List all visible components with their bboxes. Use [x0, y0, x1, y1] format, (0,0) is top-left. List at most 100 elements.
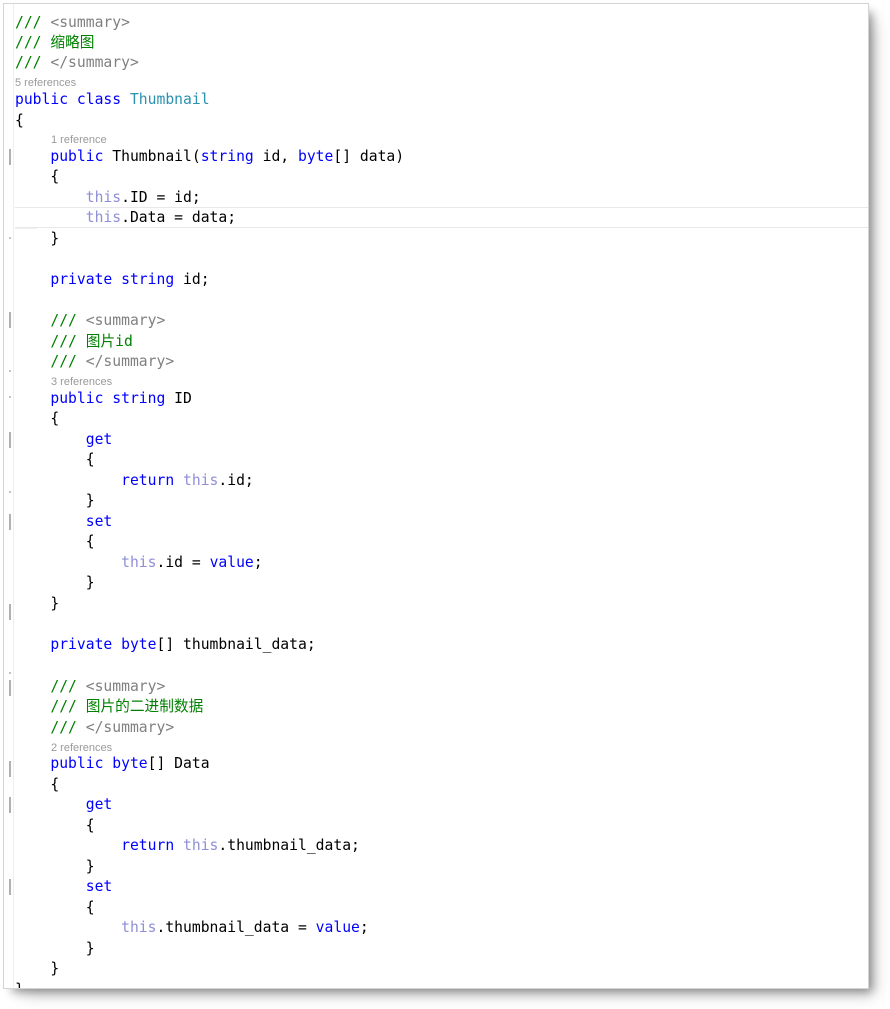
code-token-pln: } — [15, 981, 24, 989]
code-token-cmt: /// — [50, 312, 85, 329]
code-line[interactable]: { — [15, 898, 95, 919]
code-token-pln — [15, 698, 50, 715]
code-editor-window[interactable]: /// <summary>/// 缩略图/// </summary>public… — [3, 3, 869, 989]
code-token-pln — [174, 837, 183, 854]
code-token-kw: byte — [298, 148, 333, 165]
code-line[interactable]: } — [15, 980, 24, 989]
code-token-pln: } — [15, 940, 95, 957]
code-line[interactable]: return this.id; — [15, 471, 254, 492]
code-line[interactable]: { — [15, 409, 59, 430]
code-line[interactable]: return this.thumbnail_data; — [15, 836, 360, 857]
code-token-pln: { — [15, 451, 95, 468]
code-line[interactable]: /// 图片的二进制数据 — [15, 697, 203, 718]
code-line[interactable]: } — [15, 573, 95, 594]
code-line[interactable]: get — [15, 795, 112, 816]
code-token-kw: public — [50, 755, 103, 772]
code-line[interactable]: this.Data = data; — [15, 208, 236, 229]
code-line[interactable]: /// 图片id — [15, 332, 133, 353]
code-token-kw: byte — [112, 755, 147, 772]
code-token-kw: set — [86, 513, 113, 530]
margin-divider-line — [13, 4, 14, 988]
outlining-tick-mark — [9, 432, 11, 448]
code-line[interactable]: public byte[] Data — [15, 754, 210, 775]
code-token-pln: { — [15, 112, 24, 129]
code-line[interactable]: } — [15, 594, 59, 615]
code-line[interactable]: { — [15, 167, 59, 188]
code-line[interactable]: } — [15, 939, 95, 960]
code-line[interactable]: this.ID = id; — [15, 188, 201, 209]
code-line[interactable]: { — [15, 450, 95, 471]
code-token-pln — [15, 148, 50, 165]
code-line[interactable]: { — [15, 532, 95, 553]
code-line[interactable]: this.id = value; — [15, 553, 263, 574]
code-line[interactable]: get — [15, 430, 112, 451]
code-line[interactable]: /// </summary> — [15, 53, 139, 74]
code-line[interactable]: { — [15, 111, 24, 132]
code-token-kw: public — [50, 390, 103, 407]
code-token-pln — [103, 390, 112, 407]
code-line[interactable]: } — [15, 857, 95, 878]
code-token-kw: string — [201, 148, 254, 165]
outlining-tick-mark — [9, 514, 11, 530]
code-line[interactable]: set — [15, 877, 112, 898]
code-token-kw: string — [121, 271, 174, 288]
code-token-cmt: 图片id — [86, 333, 133, 350]
codelens-references-prop-id[interactable]: 3 references — [51, 375, 112, 389]
code-token-pln: id, — [254, 148, 298, 165]
codelens-references-ctor-thumbnail[interactable]: 1 reference — [51, 133, 107, 147]
code-token-pln: .id = — [157, 554, 210, 571]
code-line[interactable]: } — [15, 491, 95, 512]
code-line[interactable]: /// <summary> — [15, 13, 130, 34]
code-line[interactable]: public class Thumbnail — [15, 90, 210, 111]
code-line[interactable]: public string ID — [15, 389, 192, 410]
code-line[interactable]: public Thumbnail(string id, byte[] data) — [15, 147, 404, 168]
code-token-pln — [15, 472, 121, 489]
outlining-margin[interactable] — [4, 4, 15, 988]
code-token-pln — [112, 636, 121, 653]
code-token-ths: this — [121, 554, 156, 571]
code-token-pln: .thumbnail_data = — [157, 919, 316, 936]
code-line[interactable]: { — [15, 816, 95, 837]
code-line[interactable]: /// </summary> — [15, 352, 174, 373]
code-line[interactable]: private string id; — [15, 270, 210, 291]
code-line[interactable]: { — [15, 775, 59, 796]
code-line[interactable]: /// 缩略图 — [15, 33, 94, 54]
code-line[interactable]: private byte[] thumbnail_data; — [15, 635, 316, 656]
code-line[interactable]: } — [15, 229, 59, 250]
code-token-cmt: 缩略图 — [50, 34, 94, 51]
codelens-references-class-thumbnail[interactable]: 5 references — [15, 76, 76, 90]
code-token-pln: { — [15, 899, 95, 916]
code-token-pln: } — [15, 595, 59, 612]
code-token-xml: <summary> — [86, 678, 166, 695]
code-token-pln — [15, 209, 86, 226]
code-token-kw: return — [121, 472, 174, 489]
code-line[interactable]: /// <summary> — [15, 311, 165, 332]
outlining-dot-mark — [9, 396, 11, 398]
code-line[interactable]: } — [15, 959, 59, 980]
codelens-references-prop-data[interactable]: 2 references — [51, 741, 112, 755]
code-line[interactable]: set — [15, 512, 112, 533]
code-line[interactable]: /// </summary> — [15, 718, 174, 739]
code-token-kw: class — [77, 91, 121, 108]
code-token-pln — [15, 878, 86, 895]
code-token-ths: this — [121, 919, 156, 936]
code-token-pln: { — [15, 817, 95, 834]
code-line[interactable]: /// <summary> — [15, 677, 165, 698]
outlining-tick-mark — [9, 879, 11, 895]
code-token-xml: </summary> — [86, 353, 174, 370]
code-token-xml: </summary> — [86, 719, 174, 736]
code-text-area[interactable]: /// <summary>/// 缩略图/// </summary>public… — [4, 4, 868, 988]
code-token-kw: public — [15, 91, 68, 108]
outlining-dot-mark — [9, 491, 11, 493]
code-token-pln — [121, 91, 130, 108]
code-line[interactable]: this.thumbnail_data = value; — [15, 918, 369, 939]
code-token-kw: value — [210, 554, 254, 571]
code-token-kw: private — [50, 636, 112, 653]
outlining-tick-mark — [9, 312, 11, 328]
code-token-pln: .ID = id; — [121, 189, 201, 206]
code-token-kw: get — [86, 796, 113, 813]
code-token-kw: private — [50, 271, 112, 288]
code-token-pln: .Data = data; — [121, 209, 236, 226]
code-token-pln — [15, 796, 86, 813]
code-token-pln: { — [15, 533, 95, 550]
